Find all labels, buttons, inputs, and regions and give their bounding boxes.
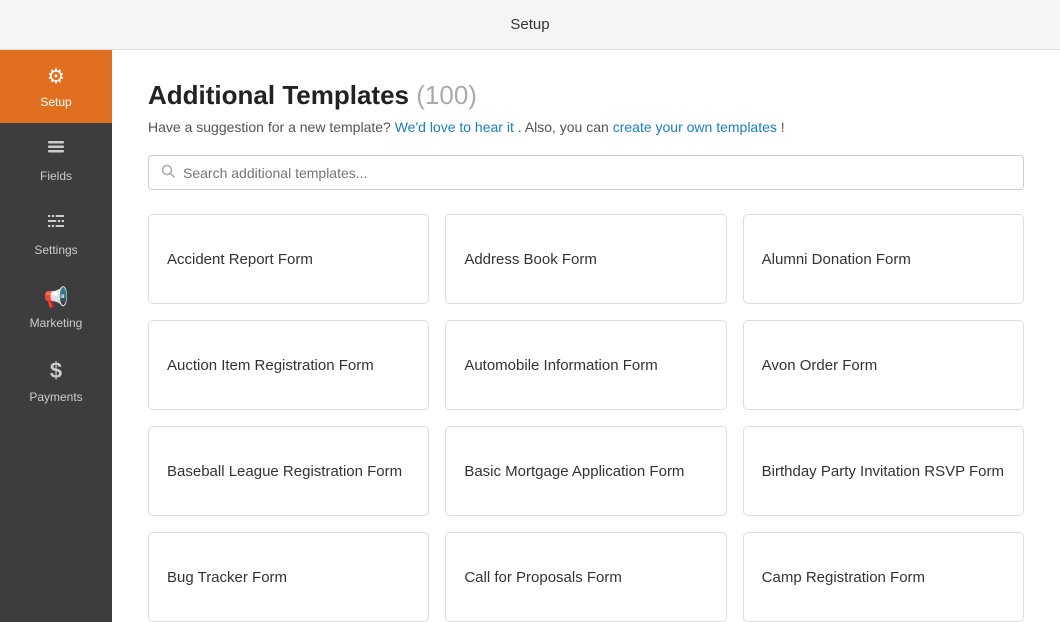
search-bar (148, 155, 1024, 190)
search-icon (161, 164, 175, 181)
fields-icon (46, 137, 66, 163)
sidebar-item-label: Fields (40, 169, 72, 183)
template-card[interactable]: Address Book Form (445, 214, 726, 304)
sidebar-item-marketing[interactable]: 📢 Marketing (0, 271, 112, 344)
template-card[interactable]: Automobile Information Form (445, 320, 726, 410)
marketing-icon: 📢 (44, 285, 69, 310)
sidebar-item-label: Marketing (30, 316, 83, 330)
template-card[interactable]: Basic Mortgage Application Form (445, 426, 726, 516)
template-card[interactable]: Call for Proposals Form (445, 532, 726, 622)
topbar-title: Setup (510, 16, 549, 33)
search-input[interactable] (183, 165, 1011, 181)
sidebar-item-fields[interactable]: Fields (0, 123, 112, 197)
gear-icon: ⚙ (47, 64, 65, 89)
sidebar-item-label: Settings (34, 243, 77, 257)
template-card[interactable]: Camp Registration Form (743, 532, 1024, 622)
main-content: Additional Templates (100) Have a sugges… (112, 50, 1060, 622)
template-card[interactable]: Alumni Donation Form (743, 214, 1024, 304)
suggest-link[interactable]: We'd love to hear it (395, 119, 514, 135)
create-templates-link[interactable]: create your own templates (613, 119, 777, 135)
sidebar-item-settings[interactable]: Settings (0, 197, 112, 271)
page-title: Additional Templates (100) (148, 80, 1024, 111)
template-card[interactable]: Accident Report Form (148, 214, 429, 304)
sidebar-item-label: Payments (29, 390, 82, 404)
sidebar-item-setup[interactable]: ⚙ Setup (0, 50, 112, 123)
payments-icon: $ (50, 358, 62, 384)
templates-grid: Accident Report FormAddress Book FormAlu… (148, 214, 1024, 622)
sidebar-item-payments[interactable]: $ Payments (0, 344, 112, 418)
template-card[interactable]: Bug Tracker Form (148, 532, 429, 622)
template-card[interactable]: Avon Order Form (743, 320, 1024, 410)
sidebar-item-label: Setup (40, 95, 71, 109)
subtitle: Have a suggestion for a new template? We… (148, 119, 1024, 135)
template-card[interactable]: Auction Item Registration Form (148, 320, 429, 410)
settings-icon (46, 211, 66, 237)
sidebar: ⚙ Setup Fields (0, 50, 112, 622)
template-card[interactable]: Baseball League Registration Form (148, 426, 429, 516)
template-card[interactable]: Birthday Party Invitation RSVP Form (743, 426, 1024, 516)
